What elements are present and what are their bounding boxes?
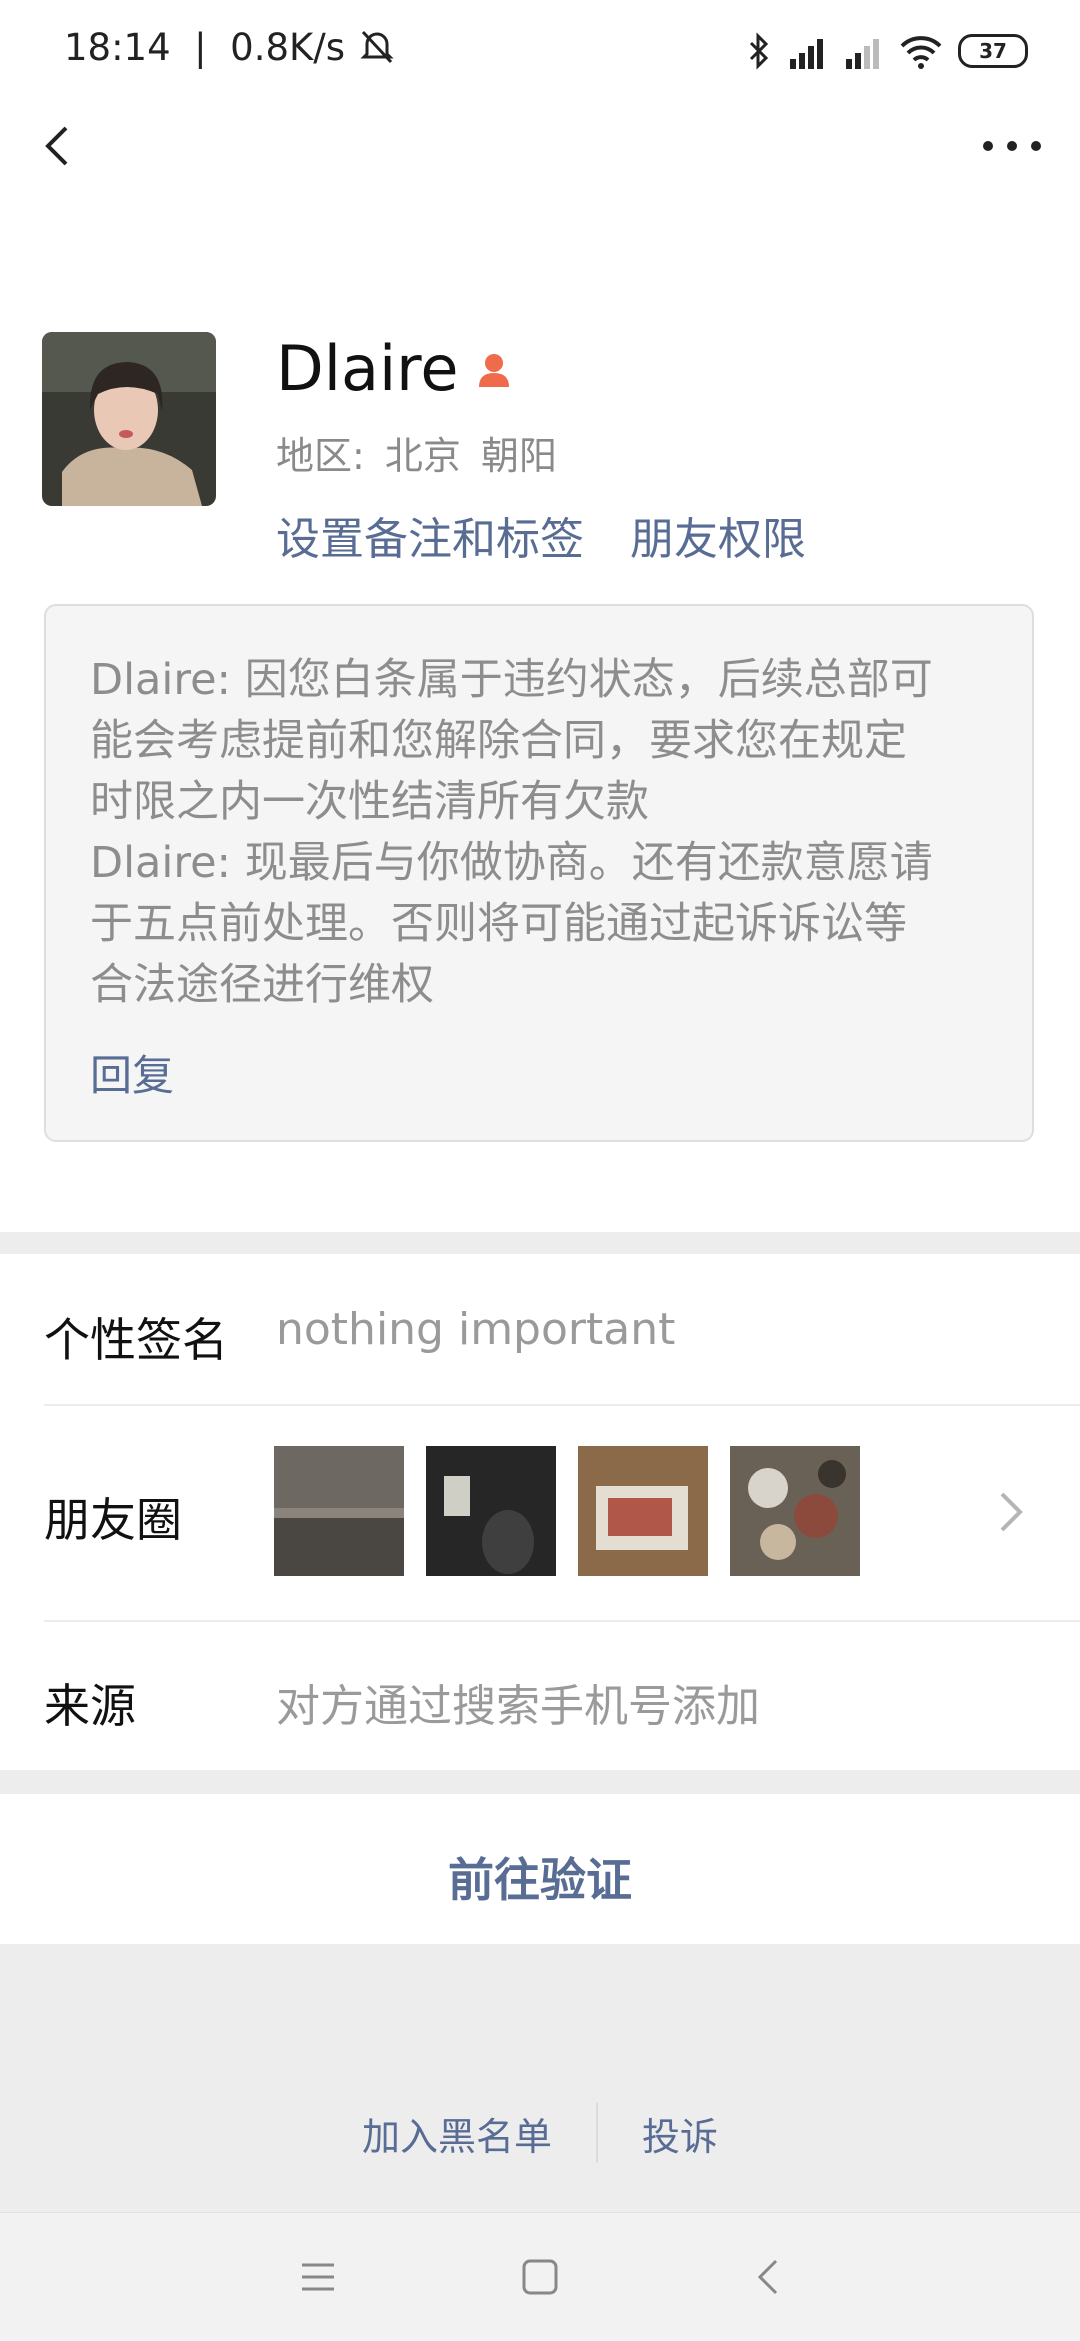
reply-link[interactable]: 回复 bbox=[90, 1042, 988, 1103]
blacklist-link[interactable]: 加入黑名单 bbox=[362, 2106, 552, 2161]
verify-button[interactable]: 前往验证 bbox=[0, 1794, 1080, 1944]
profile-card: 18:14 | 0.8K/s 37 Dlaire 地区: 北京 朝阳 设置备注和… bbox=[0, 0, 1080, 1232]
friend-permission-link[interactable]: 朋友权限 bbox=[630, 503, 806, 567]
verification-message-box: Dlaire: 因您白条属于违约状态，后续总部可 能会考虑提前和您解除合同，要求… bbox=[44, 604, 1034, 1142]
set-remark-link[interactable]: 设置备注和标签 bbox=[276, 503, 584, 567]
profile-links: 设置备注和标签 朋友权限 bbox=[276, 503, 806, 567]
bluetooth-icon bbox=[749, 32, 769, 70]
system-nav-bar bbox=[0, 2212, 1080, 2341]
status-icons: 37 bbox=[746, 26, 1028, 76]
status-speed: 0.8K/s bbox=[230, 26, 346, 69]
chevron-right-icon bbox=[1000, 1492, 1023, 1532]
status-time-speed: 18:14 | 0.8K/s bbox=[64, 26, 397, 69]
bottom-actions: 加入黑名单 投诉 bbox=[0, 2100, 1080, 2166]
moments-thumbnail bbox=[426, 1446, 556, 1576]
divider bbox=[596, 2103, 598, 2163]
info-section: 个性签名 nothing important 朋友圈 来源 对方通过搜索手机号添… bbox=[0, 1254, 1080, 1770]
moments-thumbnail bbox=[274, 1446, 404, 1576]
source-row: 来源 对方通过搜索手机号添加 bbox=[44, 1620, 1080, 1770]
signal-1-icon bbox=[790, 39, 823, 69]
moments-thumbnail bbox=[730, 1446, 860, 1576]
battery-indicator: 37 bbox=[958, 34, 1028, 68]
avatar[interactable] bbox=[42, 332, 216, 506]
message-line: 合法途径进行维权 bbox=[90, 960, 434, 1010]
report-link[interactable]: 投诉 bbox=[642, 2106, 718, 2161]
wifi-icon bbox=[900, 36, 942, 69]
message-line: Dlaire: 现最后与你做协商。还有还款意愿请 bbox=[90, 838, 933, 888]
status-bar: 18:14 | 0.8K/s 37 bbox=[0, 0, 1080, 100]
moments-row[interactable]: 朋友圈 bbox=[44, 1404, 1080, 1622]
signal-2-icon bbox=[846, 39, 879, 69]
status-separator: | bbox=[182, 26, 219, 69]
region-label: 地区: bbox=[276, 434, 365, 478]
source-label: 来源 bbox=[44, 1679, 136, 1733]
profile-name-row: Dlaire bbox=[276, 332, 514, 405]
back-icon[interactable] bbox=[32, 118, 88, 174]
menu-icon[interactable] bbox=[296, 2255, 340, 2299]
moments-label: 朋友圈 bbox=[44, 1493, 182, 1547]
profile-name: Dlaire bbox=[276, 332, 459, 405]
message-line: 能会考虑提前和您解除合同，要求您在规定 bbox=[90, 716, 907, 766]
signature-label: 个性签名 bbox=[44, 1313, 228, 1367]
status-time: 18:14 bbox=[64, 26, 171, 69]
signature-row: 个性签名 nothing important bbox=[44, 1254, 1080, 1406]
moments-thumbnails bbox=[274, 1446, 860, 1576]
source-value: 对方通过搜索手机号添加 bbox=[276, 1681, 760, 1732]
message-line: 时限之内一次性结清所有欠款 bbox=[90, 777, 649, 827]
home-icon[interactable] bbox=[518, 2255, 562, 2299]
region-district: 朝阳 bbox=[481, 434, 558, 478]
bell-muted-icon bbox=[360, 30, 394, 64]
signature-value: nothing important bbox=[276, 1304, 676, 1355]
female-icon bbox=[479, 353, 510, 387]
moments-thumbnail bbox=[578, 1446, 708, 1576]
region-city: 北京 bbox=[384, 434, 461, 478]
message-line: 于五点前处理。否则将可能通过起诉诉讼等 bbox=[90, 899, 907, 949]
system-back-icon[interactable] bbox=[748, 2255, 792, 2299]
more-icon[interactable] bbox=[976, 120, 1048, 172]
nav-bar bbox=[0, 100, 1080, 190]
message-line: Dlaire: 因您白条属于违约状态，后续总部可 bbox=[90, 655, 933, 705]
verify-label: 前往验证 bbox=[448, 1853, 632, 1907]
profile-region: 地区: 北京 朝阳 bbox=[276, 425, 565, 480]
